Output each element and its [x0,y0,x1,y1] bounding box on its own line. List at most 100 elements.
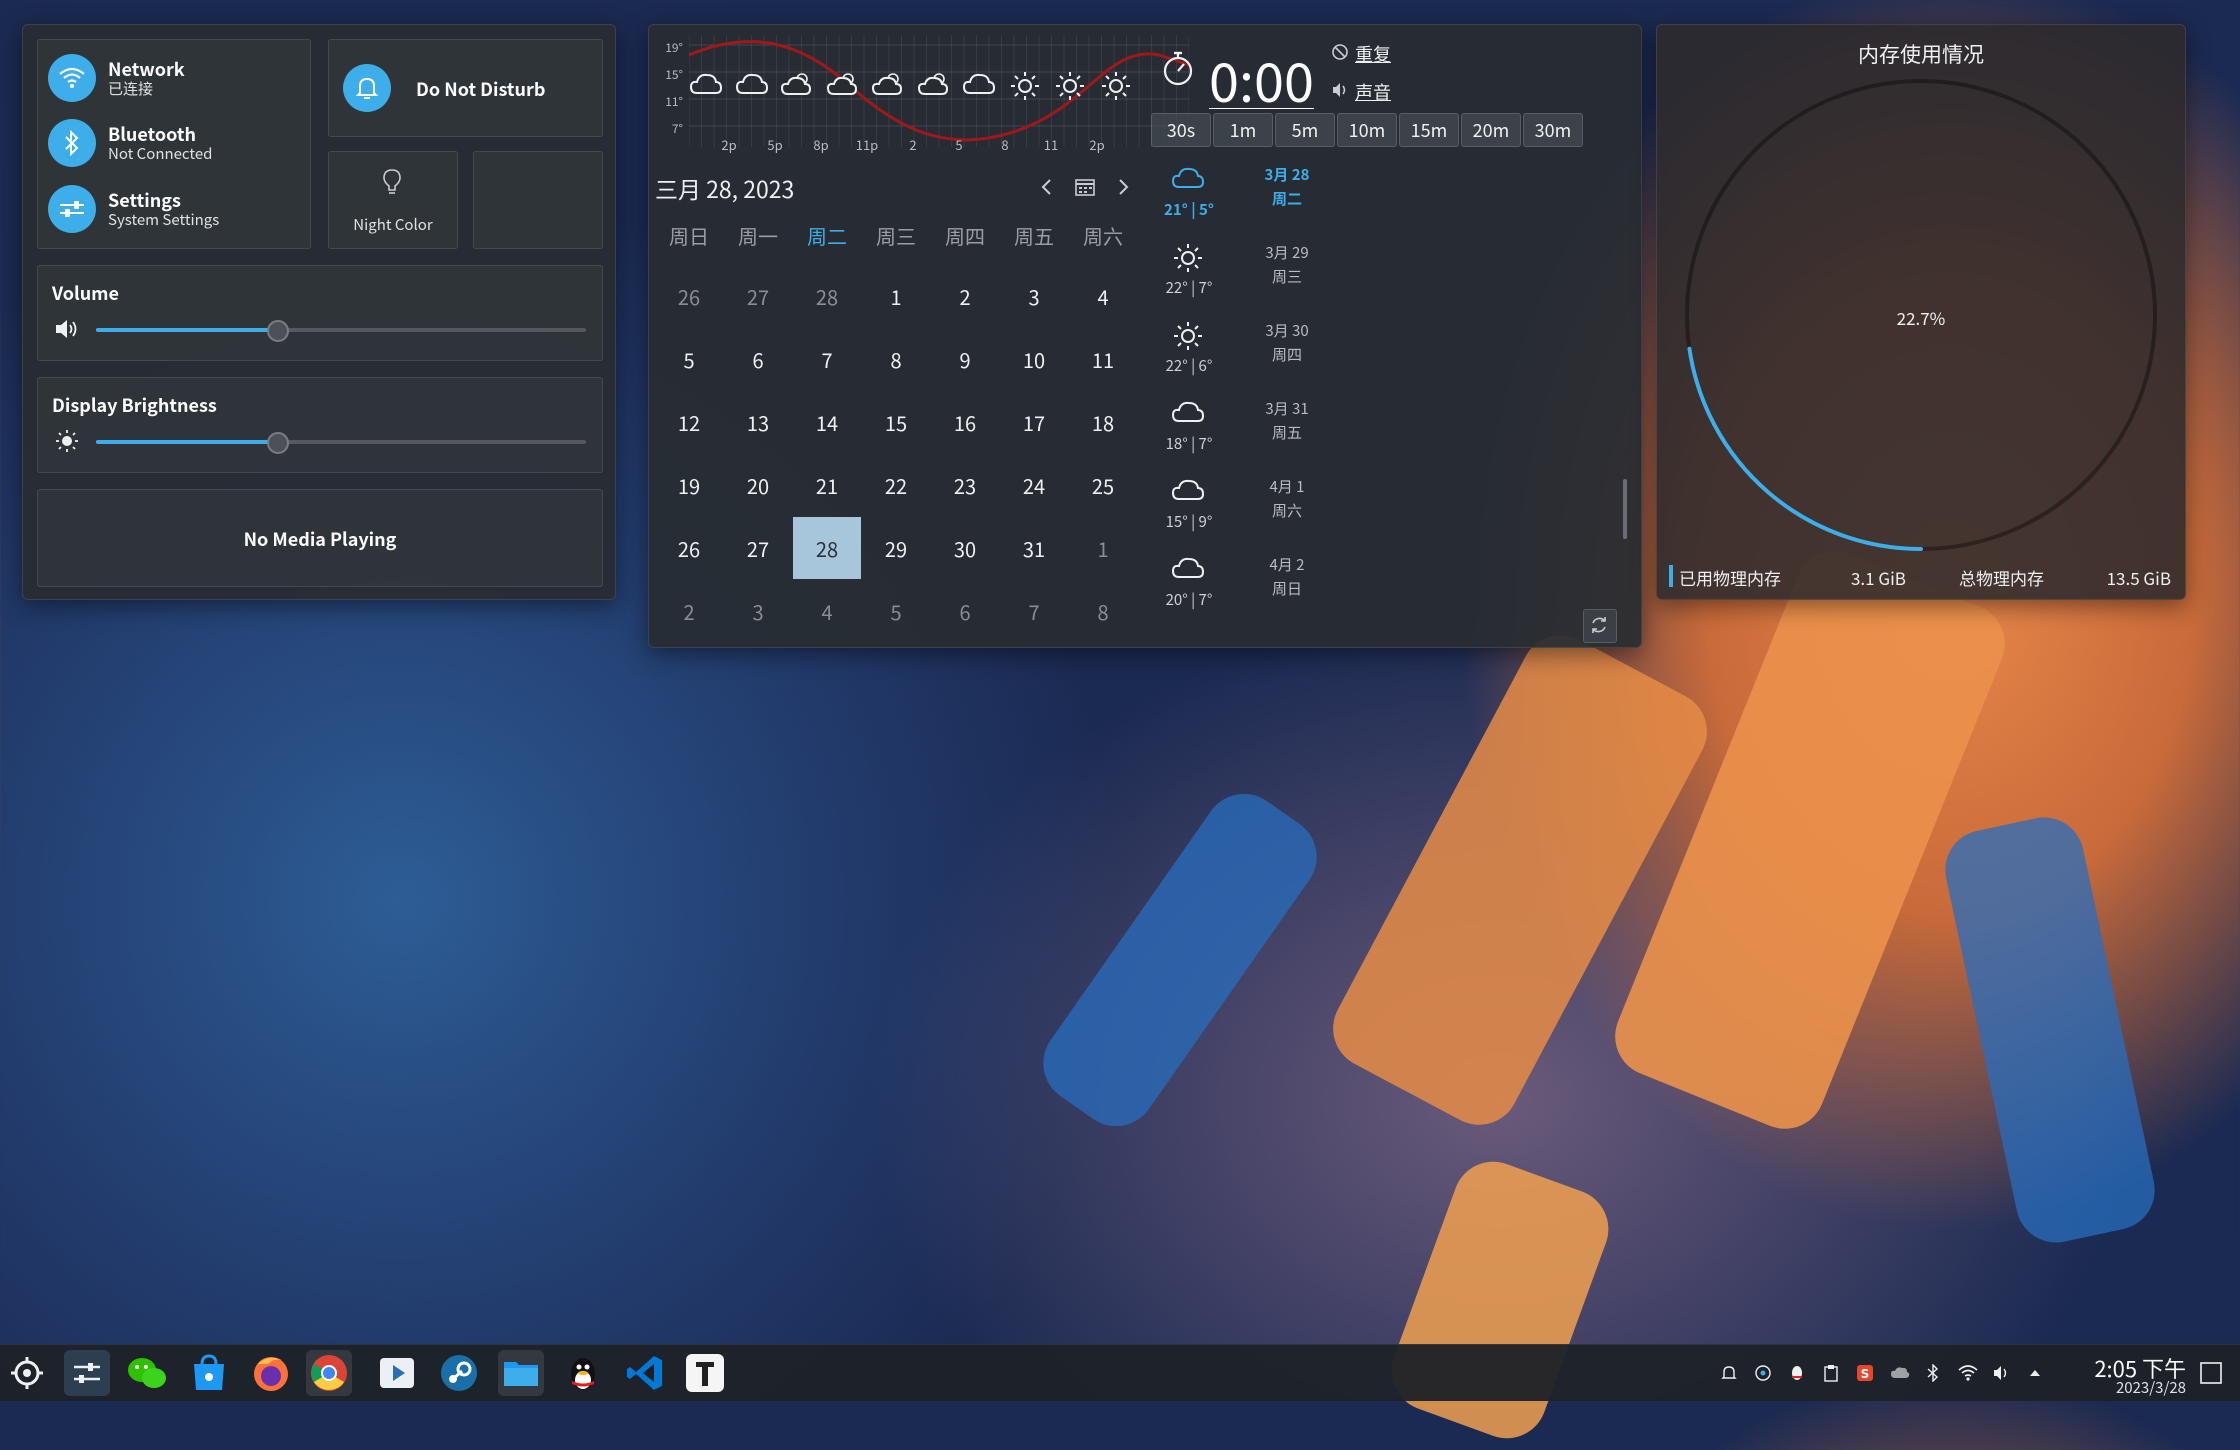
clock-date: 2023/3/28 [2115,1377,2186,1398]
night-color-label: Night Color [353,214,433,235]
show-desktop-button[interactable] [2198,1360,2224,1386]
clipboard-tray-icon[interactable] [1822,1364,1840,1382]
calendar-day[interactable]: 27 [724,517,792,579]
calendar-day[interactable]: 27 [724,265,792,327]
calendar-day[interactable]: 14 [793,391,861,453]
calendar-day[interactable]: 7 [1000,580,1068,642]
refresh-icon [1592,617,1606,633]
chrome-icon[interactable] [306,1350,352,1396]
calendar-next-button[interactable] [1111,175,1135,199]
timer-preset-button[interactable]: 10m [1337,113,1397,147]
calendar-prev-button[interactable] [1035,175,1059,199]
calendar-day[interactable]: 6 [931,580,999,642]
launcher-icon[interactable] [4,1350,50,1396]
typora-icon[interactable] [682,1350,728,1396]
calendar-day[interactable]: 1 [862,265,930,327]
refresh-button[interactable] [1583,609,1617,643]
calendar-day[interactable]: 24 [1000,454,1068,516]
timer-display[interactable]: 0:00 [1209,39,1314,118]
calendar-day[interactable]: 11 [1069,328,1137,390]
calendar-day[interactable]: 3 [1000,265,1068,327]
calendar-day[interactable]: 6 [724,328,792,390]
calendar-day[interactable]: 15 [862,391,930,453]
cloud-icon [962,71,996,101]
calendar-day[interactable]: 25 [1069,454,1137,516]
qq-icon[interactable] [560,1350,606,1396]
calendar-day[interactable]: 28 [793,265,861,327]
calendar-today-button[interactable] [1073,175,1097,199]
dolphin-icon[interactable] [498,1350,544,1396]
calendar-day[interactable]: 2 [931,265,999,327]
calendar-day[interactable]: 20 [724,454,792,516]
volume-tray-icon[interactable] [1992,1364,2010,1382]
x-tick-label: 5 [955,135,963,154]
cloud-sun-icon [917,71,951,101]
calendar-day[interactable]: 5 [862,580,930,642]
brightness-slider-handle[interactable] [267,432,290,454]
volume-slider[interactable] [96,320,586,342]
brightness-slider[interactable] [96,432,586,454]
calendar-day[interactable]: 1 [1069,517,1137,579]
calendar-day[interactable]: 26 [655,265,723,327]
steam-icon[interactable] [436,1350,482,1396]
calendar-day[interactable]: 13 [724,391,792,453]
block-icon [1332,44,1348,60]
timer-preset-button[interactable]: 1m [1213,113,1273,147]
calendar-day[interactable]: 8 [862,328,930,390]
calendar-day[interactable]: 4 [1069,265,1137,327]
calendar-day[interactable]: 21 [793,454,861,516]
calendar-day[interactable]: 9 [931,328,999,390]
media-player-icon[interactable] [374,1350,420,1396]
calendar-day[interactable]: 8 [1069,580,1137,642]
cloud-sync-tray-icon[interactable] [1890,1364,1910,1382]
calendar-day[interactable]: 10 [1000,328,1068,390]
input-method-tray-icon[interactable]: S [1856,1364,1874,1382]
calendar-day[interactable]: 16 [931,391,999,453]
calendar-day[interactable]: 3 [724,580,792,642]
system-settings-icon[interactable] [64,1350,110,1396]
notifications-tray-icon[interactable] [1720,1364,1738,1382]
qq-tray-icon[interactable] [1788,1364,1806,1382]
network-toggle[interactable]: Network 已连接 [48,54,298,106]
calendar-day[interactable]: 12 [655,391,723,453]
calendar-day[interactable]: 2 [655,580,723,642]
timer-preset-button[interactable]: 30m [1523,113,1583,147]
speaker-icon[interactable] [54,318,78,345]
calendar-day[interactable]: 19 [655,454,723,516]
settings-sliders-icon [48,185,96,233]
wifi-tray-icon[interactable] [1958,1364,1978,1382]
vscode-icon[interactable] [622,1350,668,1396]
memory-used-value: 3.1 GiB [1851,565,1906,590]
calendar-day[interactable]: 17 [1000,391,1068,453]
night-color-toggle[interactable]: Night Color [328,151,458,249]
wechat-icon[interactable] [124,1350,170,1396]
calendar-day[interactable]: 31 [1000,517,1068,579]
wallpaper-shape [1380,1150,1620,1450]
timer-preset-button[interactable]: 30s [1151,113,1211,147]
bluetooth-tray-icon[interactable] [1924,1363,1942,1383]
settings-button[interactable]: Settings System Settings [48,185,298,237]
calendar-day[interactable]: 18 [1069,391,1137,453]
timer-preset-button[interactable]: 5m [1275,113,1335,147]
do-not-disturb-toggle[interactable]: Do Not Disturb [328,39,603,137]
volume-slider-handle[interactable] [267,320,290,342]
calendar-day[interactable]: 4 [793,580,861,642]
digital-clock[interactable]: 2:05 下午 2023/3/28 [2070,1350,2186,1398]
timer-preset-button[interactable]: 15m [1399,113,1459,147]
calendar-day[interactable]: 26 [655,517,723,579]
tray-expand-icon[interactable] [2026,1364,2044,1382]
calendar-day[interactable]: 30 [931,517,999,579]
calendar-day-today[interactable]: 28 [793,517,861,579]
discover-icon[interactable] [186,1350,232,1396]
bluetooth-toggle[interactable]: Bluetooth Not Connected [48,119,298,171]
sun-icon [1008,71,1042,101]
forecast-scrollbar[interactable] [1623,479,1627,539]
firefox-icon[interactable] [248,1350,294,1396]
vpn-tray-icon[interactable] [1754,1364,1772,1382]
calendar-day[interactable]: 22 [862,454,930,516]
calendar-day[interactable]: 7 [793,328,861,390]
calendar-day[interactable]: 5 [655,328,723,390]
calendar-day[interactable]: 23 [931,454,999,516]
timer-preset-button[interactable]: 20m [1461,113,1521,147]
calendar-day[interactable]: 29 [862,517,930,579]
